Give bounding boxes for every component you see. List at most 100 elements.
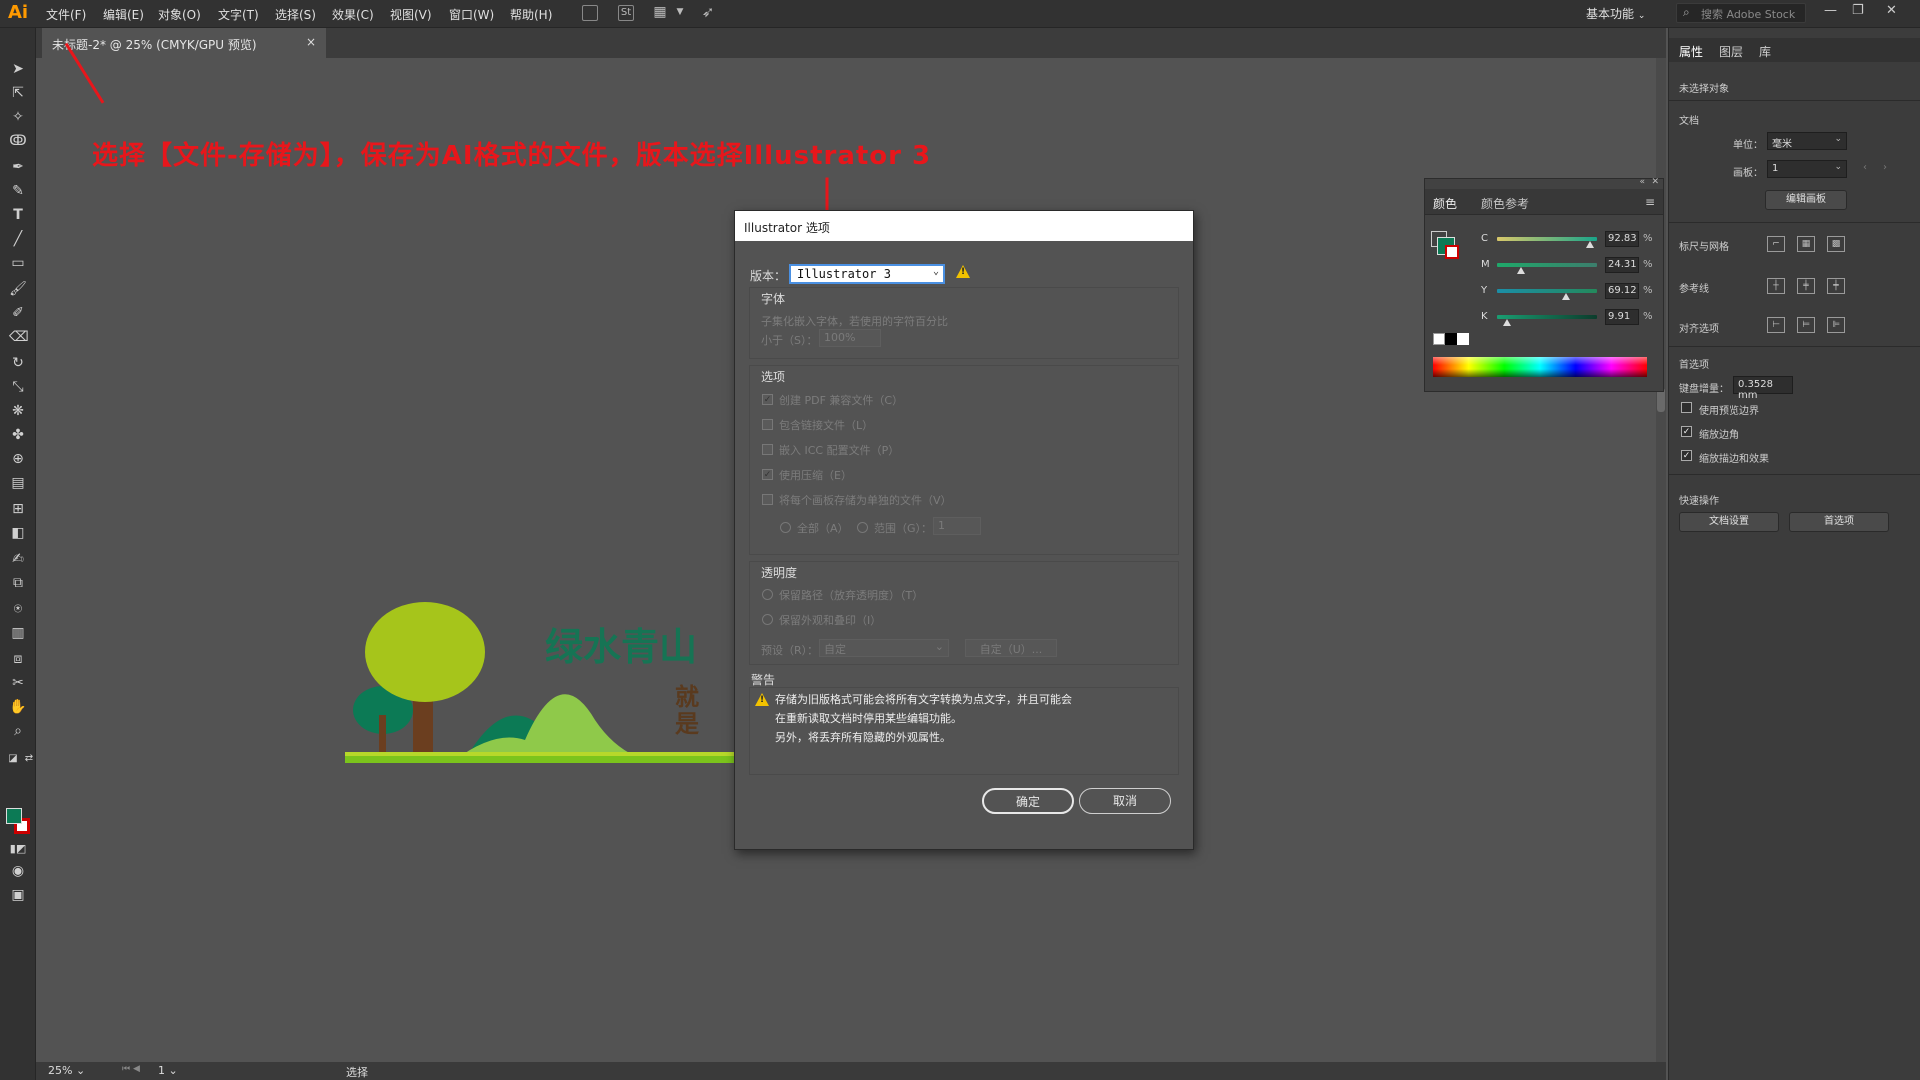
align-to-selection-icon[interactable]: ⊢ (1767, 317, 1785, 333)
channel-value-m[interactable]: 24.31 (1605, 257, 1639, 273)
lock-guides-icon[interactable]: ┿ (1827, 278, 1845, 294)
black-swatch[interactable] (1445, 333, 1457, 345)
artboard-nav-icons[interactable]: ⏮ ◀ (122, 1064, 140, 1074)
column-graph-tool-icon[interactable]: ▥ (9, 624, 27, 642)
radio-range[interactable] (857, 522, 868, 533)
restore-icon[interactable]: ❐ (1852, 3, 1864, 18)
keyboard-increment-field[interactable]: 0.3528 mm (1733, 376, 1793, 401)
channel-value-k[interactable]: 9.91 (1605, 309, 1639, 325)
minimize-icon[interactable]: — (1824, 3, 1837, 18)
preferences-button[interactable]: 首选项 (1789, 512, 1889, 532)
menu-select[interactable]: 选择(S) (275, 6, 316, 23)
zoom-level[interactable]: 25% ⌄ (48, 1064, 85, 1077)
preset-select[interactable]: 自定 ⌄ (819, 639, 949, 657)
color-mode-icons[interactable]: ▮◩ (9, 840, 27, 858)
scale-corners-checkbox[interactable]: ✓ (1681, 426, 1692, 437)
embed-icc-checkbox[interactable] (762, 444, 773, 455)
artboard-next-icon[interactable]: › (1883, 162, 1887, 173)
gradient-tool-icon[interactable]: ◧ (9, 524, 27, 542)
edit-artboards-button[interactable]: 编辑画板 (1765, 190, 1847, 210)
magic-wand-tool-icon[interactable]: ✧ (9, 108, 27, 126)
arrange-documents-icon[interactable]: ▦ (652, 5, 668, 21)
workspace-switcher[interactable]: 基本功能 ⌄ (1586, 5, 1645, 22)
align-to-key-object-icon[interactable]: ⊨ (1797, 317, 1815, 333)
fill-swatch[interactable] (6, 808, 22, 824)
grid-icon[interactable]: ▦ (1797, 236, 1815, 252)
menu-effect[interactable]: 效果(C) (332, 6, 374, 23)
guides-icon[interactable]: ┼ (1767, 278, 1785, 294)
use-compression-checkbox[interactable]: ✓ (762, 469, 773, 480)
channel-slider-handle[interactable] (1562, 293, 1571, 300)
artboard-prev-icon[interactable]: ‹ (1863, 162, 1867, 173)
pdf-compatible-checkbox[interactable]: ✓ (762, 394, 773, 405)
lasso-tool-icon[interactable]: ↂ (9, 132, 27, 150)
channel-value-y[interactable]: 69.12 (1605, 283, 1639, 299)
puppet-warp-tool-icon[interactable]: ✤ (9, 426, 27, 444)
rotate-tool-icon[interactable]: ↻ (9, 354, 27, 372)
artboard-tool-icon[interactable]: ⧈ (9, 650, 27, 668)
stock-icon[interactable]: St (618, 5, 634, 21)
transparency-grid-icon[interactable]: ▩ (1827, 236, 1845, 252)
menu-type[interactable]: 文字(T) (218, 6, 259, 23)
channel-value-c[interactable]: 92.83 (1605, 231, 1639, 247)
scale-tool-icon[interactable]: ⤡ (9, 378, 27, 396)
curvature-tool-icon[interactable]: ✎ (9, 182, 27, 200)
rulers-icon[interactable]: ⌐ (1767, 236, 1785, 252)
chevron-down-icon[interactable]: ▼ (672, 5, 688, 21)
selection-tool-icon[interactable]: ➤ (9, 60, 27, 78)
document-setup-button[interactable]: 文档设置 (1679, 512, 1779, 532)
radio-all[interactable] (780, 522, 791, 533)
channel-slider-c[interactable] (1497, 237, 1597, 241)
close-window-icon[interactable]: ✕ (1886, 3, 1897, 18)
paintbrush-tool-icon[interactable]: 🖌 (9, 280, 27, 298)
symbol-sprayer-tool-icon[interactable]: ⍟ (9, 600, 27, 618)
menu-window[interactable]: 窗口(W) (449, 6, 494, 23)
scale-strokes-effects-checkbox[interactable]: ✓ (1681, 450, 1692, 461)
collapse-icon[interactable]: « (1639, 177, 1645, 187)
fonts-percent-field[interactable]: 100% (819, 329, 881, 347)
menu-edit[interactable]: 编辑(E) (103, 6, 144, 23)
custom-button[interactable]: 自定（U）... (965, 639, 1057, 657)
eraser-tool-icon[interactable]: ⌫ (9, 328, 29, 346)
include-linked-files-checkbox[interactable] (762, 419, 773, 430)
ok-button[interactable]: 确定 (982, 788, 1074, 814)
pen-tool-icon[interactable]: ✒ (9, 158, 27, 176)
smart-guides-icon[interactable]: ╪ (1797, 278, 1815, 294)
rectangle-tool-icon[interactable]: ▭ (9, 254, 27, 272)
tab-color-guide[interactable]: 颜色参考 (1481, 195, 1529, 212)
shaper-tool-icon[interactable]: ✐ (9, 304, 27, 322)
mesh-tool-icon[interactable]: ⊞ (9, 500, 27, 518)
artboard-number[interactable]: 1 ⌄ (158, 1064, 178, 1077)
radio-preserve-appearance[interactable] (762, 614, 773, 625)
zoom-tool-icon[interactable]: ⌕ (9, 722, 27, 740)
gpu-performance-icon[interactable]: ➶ (700, 5, 716, 21)
menu-view[interactable]: 视图(V) (390, 6, 432, 23)
slice-tool-icon[interactable]: ✂ (9, 674, 27, 692)
align-to-artboard-icon[interactable]: ⊫ (1827, 317, 1845, 333)
radio-preserve-paths[interactable] (762, 589, 773, 600)
channel-slider-m[interactable] (1497, 263, 1597, 267)
channel-slider-y[interactable] (1497, 289, 1597, 293)
white-swatch[interactable] (1457, 333, 1469, 345)
document-tab[interactable]: 未标题-2* @ 25% (CMYK/GPU 预览) × (42, 28, 326, 58)
save-artboards-separately-checkbox[interactable] (762, 494, 773, 505)
use-preview-bounds-checkbox[interactable] (1681, 402, 1692, 413)
hand-tool-icon[interactable]: ✋ (9, 698, 27, 716)
units-select[interactable]: 毫米 ⌄ (1767, 132, 1847, 150)
direct-selection-tool-icon[interactable]: ⇱ (9, 84, 27, 102)
tab-properties[interactable]: 属性 (1679, 43, 1703, 60)
channel-slider-handle[interactable] (1517, 267, 1526, 274)
screen-mode-icon[interactable]: ▣ (9, 886, 27, 904)
menu-file[interactable]: 文件(F) (46, 6, 86, 23)
tab-libraries[interactable]: 库 (1759, 43, 1771, 60)
bridge-icon[interactable] (582, 5, 598, 21)
none-swatch[interactable] (1433, 333, 1445, 345)
close-panel-icon[interactable]: ✕ (1651, 177, 1659, 187)
perspective-grid-tool-icon[interactable]: ▤ (9, 474, 27, 492)
stock-search-input[interactable]: ⌕ 搜索 Adobe Stock (1676, 3, 1806, 23)
cancel-button[interactable]: 取消 (1079, 788, 1171, 814)
color-spectrum[interactable] (1433, 357, 1647, 377)
channel-slider-k[interactable] (1497, 315, 1597, 319)
line-tool-icon[interactable]: ╱ (9, 230, 27, 248)
warp-tool-icon[interactable]: ❋ (9, 402, 27, 420)
